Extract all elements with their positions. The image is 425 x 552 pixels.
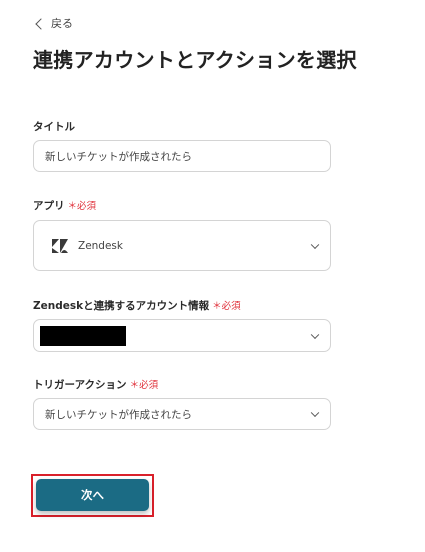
app-select[interactable]: Zendesk (33, 220, 331, 271)
account-select[interactable] (33, 319, 331, 352)
chevron-down-icon (310, 330, 320, 339)
chevron-down-icon (310, 408, 320, 418)
title-input-value: 新しいチケットが作成されたら (45, 150, 192, 163)
zendesk-logo-icon (52, 238, 68, 253)
title-input[interactable]: 新しいチケットが作成されたら (33, 140, 331, 172)
required-mark: ＊必須 (212, 301, 241, 312)
app-field-label: アプリ ＊必須 (33, 200, 97, 212)
title-field-label: タイトル (33, 121, 75, 133)
app-select-value: Zendesk (78, 239, 123, 252)
chevron-left-icon (35, 17, 47, 30)
required-mark: ＊必須 (129, 380, 159, 391)
page-title: 連携アカウントとアクションを選択 (33, 48, 357, 72)
trigger-field-label: トリガーアクション ＊必須 (33, 379, 159, 391)
back-link[interactable]: 戻る (35, 15, 73, 31)
account-field-label: Zendeskと連携するアカウント情報 ＊必須 (33, 300, 241, 312)
back-label: 戻る (51, 17, 73, 30)
redacted-account (40, 326, 126, 346)
trigger-action-value: 新しいチケットが作成されたら (45, 408, 192, 421)
trigger-action-select[interactable]: 新しいチケットが作成されたら (33, 398, 331, 430)
next-button[interactable]: 次へ (36, 479, 149, 511)
required-mark: ＊必須 (67, 201, 97, 212)
chevron-down-icon (310, 240, 320, 249)
